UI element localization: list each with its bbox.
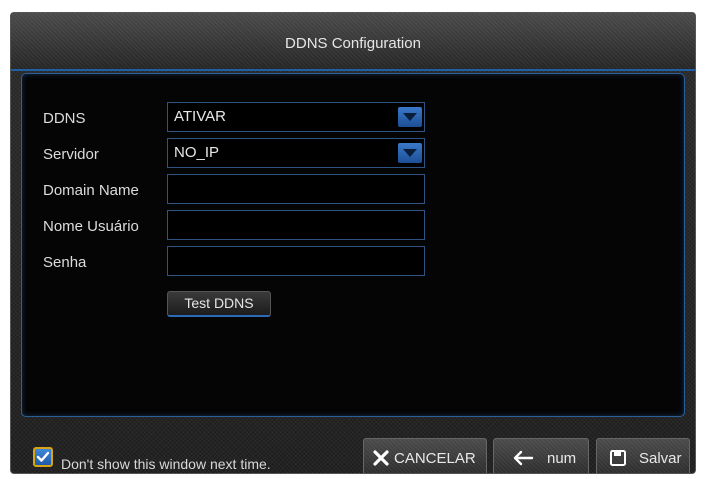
password-label: Senha (43, 254, 87, 271)
dont-show-label: Don't show this window next time. (61, 456, 271, 472)
window-title: DDNS Configuration (285, 35, 421, 52)
domain-name-label: Domain Name (43, 182, 139, 199)
cancel-button[interactable]: CANCELAR (363, 438, 487, 473)
num-button-label: num (547, 450, 577, 467)
checkmark-icon (36, 451, 50, 462)
save-button[interactable]: Salvar (596, 438, 690, 473)
chevron-down-icon[interactable] (398, 107, 422, 127)
ddns-config-window: DDNS Configuration DDNS ATIVAR Servidor … (10, 12, 696, 474)
ddns-label: DDNS (43, 110, 86, 127)
username-label: Nome Usuário (43, 218, 139, 235)
close-icon (373, 450, 389, 466)
chevron-down-icon[interactable] (398, 143, 422, 163)
server-select-value: NO_IP (174, 144, 220, 161)
cancel-button-label: CANCELAR (394, 450, 476, 467)
form-panel: DDNS ATIVAR Servidor NO_IP Domain Name N… (21, 73, 685, 417)
num-button[interactable]: num (493, 438, 589, 473)
username-input[interactable] (167, 210, 425, 240)
password-input[interactable] (167, 246, 425, 276)
title-bar: DDNS Configuration (11, 13, 695, 71)
ddns-select[interactable]: ATIVAR (167, 102, 425, 132)
domain-name-input[interactable] (167, 174, 425, 204)
server-select[interactable]: NO_IP (167, 138, 425, 168)
dont-show-checkbox[interactable] (33, 447, 53, 467)
ddns-select-value: ATIVAR (174, 108, 226, 125)
test-ddns-button[interactable]: Test DDNS (167, 291, 271, 317)
save-icon (610, 450, 626, 466)
server-label: Servidor (43, 146, 99, 163)
save-button-label: Salvar (639, 450, 682, 467)
arrow-left-icon (513, 450, 534, 466)
